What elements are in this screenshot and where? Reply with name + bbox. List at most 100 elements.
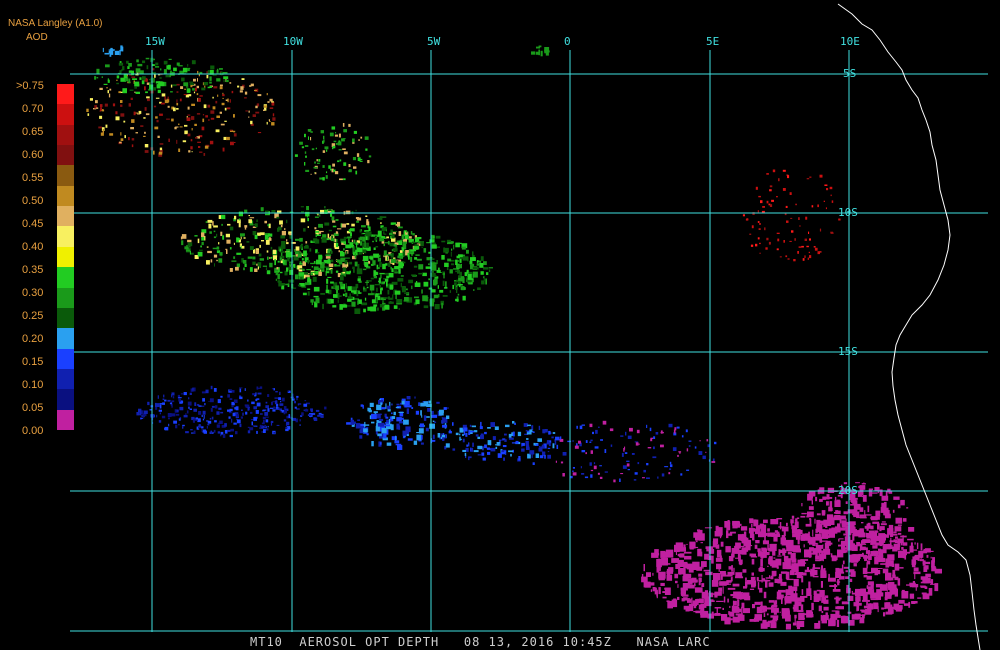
- aod-pixel: [128, 78, 131, 84]
- aod-pixel: [811, 205, 814, 208]
- aod-pixel: [670, 464, 673, 468]
- aod-pixel: [750, 576, 756, 581]
- aod-pixel: [86, 108, 89, 112]
- aod-pixel: [131, 70, 134, 76]
- aod-pixel: [218, 242, 220, 245]
- legend-label: 0.40: [22, 241, 44, 253]
- aod-pixel: [337, 299, 339, 303]
- aod-pixel: [362, 232, 365, 234]
- aod-pixel: [138, 408, 142, 413]
- aod-pixel: [335, 219, 339, 221]
- aod-pixel: [212, 247, 218, 250]
- aod-pixel: [441, 240, 446, 243]
- aod-pixel: [416, 434, 422, 441]
- aod-pixel: [262, 265, 267, 267]
- aod-pixel: [242, 412, 244, 416]
- aod-pixel: [572, 467, 575, 469]
- aod-pixel: [547, 447, 551, 449]
- aod-pixel: [273, 406, 276, 409]
- aod-pixel: [363, 286, 365, 290]
- aod-pixel: [560, 436, 562, 440]
- aod-pixel: [325, 289, 330, 294]
- aod-pixel: [544, 429, 548, 433]
- aod-pixel: [572, 472, 577, 476]
- aod-pixel: [402, 261, 406, 264]
- aod-pixel: [518, 456, 521, 461]
- aod-pixel: [650, 438, 653, 442]
- aod-pixel: [303, 228, 306, 232]
- aod-pixel: [383, 297, 388, 299]
- aod-pixel: [691, 577, 697, 583]
- aod-pixel: [455, 432, 459, 436]
- aod-pixel: [879, 489, 883, 497]
- aod-pixel: [175, 424, 178, 429]
- aod-pixel: [156, 414, 158, 418]
- aod-pixel: [158, 420, 162, 423]
- aod-pixel: [751, 523, 753, 528]
- aod-pixel: [354, 308, 361, 314]
- aod-pixel: [314, 172, 317, 175]
- aod-pixel: [316, 252, 320, 254]
- aod-pixel: [733, 600, 735, 607]
- aod-pixel: [764, 227, 766, 231]
- aod-pixel: [853, 602, 859, 607]
- aod-pixel: [834, 584, 836, 589]
- aod-pixel: [217, 431, 221, 434]
- aod-pixel: [385, 254, 392, 256]
- aod-pixel: [397, 278, 404, 282]
- legend-label: 0.55: [22, 172, 44, 184]
- aod-pixel: [849, 574, 855, 576]
- aod-pixel: [882, 568, 889, 574]
- aod-pixel: [462, 277, 465, 283]
- aod-pixel: [316, 159, 318, 162]
- aod-pixel: [156, 119, 159, 123]
- aod-pixel: [264, 412, 269, 416]
- aod-pixel: [237, 85, 240, 88]
- aod-pixel: [585, 440, 588, 443]
- aod-pixel: [379, 262, 382, 268]
- aod-pixel: [120, 113, 125, 117]
- aod-pixel: [822, 544, 824, 546]
- aod-pixel: [163, 394, 165, 398]
- aod-pixel: [425, 266, 431, 269]
- aod-pixel: [201, 87, 206, 91]
- aod-pixel: [317, 162, 320, 164]
- aod-pixel: [823, 614, 829, 621]
- aod-pixel: [773, 609, 777, 615]
- aod-pixel: [206, 426, 208, 429]
- aod-pixel: [399, 239, 403, 242]
- aod-pixel: [171, 403, 173, 408]
- aod-pixel: [766, 200, 769, 204]
- aod-pixel: [787, 551, 792, 555]
- aod-pixel: [793, 579, 799, 587]
- aod-pixel: [96, 68, 100, 74]
- aod-pixel: [716, 600, 724, 602]
- aod-pixel: [732, 583, 740, 587]
- aod-pixel: [555, 436, 560, 441]
- aod-pixel: [840, 615, 849, 624]
- aod-pixel: [397, 255, 403, 259]
- aod-pixel: [679, 451, 681, 454]
- aod-pixel: [377, 422, 384, 427]
- aod-pixel: [249, 85, 252, 87]
- aod-pixel: [399, 250, 403, 253]
- legend-swatch: [57, 84, 74, 105]
- aod-pixel: [784, 596, 792, 604]
- aod-pixel: [189, 81, 194, 83]
- aod-pixel: [777, 238, 780, 242]
- aod-pixel: [735, 542, 741, 549]
- aod-pixel: [158, 151, 163, 155]
- aod-pixel: [208, 119, 210, 121]
- aod-pixel: [701, 591, 708, 599]
- aod-pixel: [99, 115, 103, 119]
- aod-pixel: [602, 420, 607, 425]
- aod-pixel: [234, 142, 236, 143]
- aod-pixel: [208, 400, 210, 402]
- aod-pixel: [335, 270, 339, 273]
- aod-pixel: [391, 249, 394, 252]
- aod-pixel: [332, 145, 336, 149]
- aod-pixel: [477, 287, 481, 290]
- aod-pixel: [213, 429, 216, 433]
- aod-pixel: [674, 573, 679, 579]
- aod-pixel: [843, 566, 849, 569]
